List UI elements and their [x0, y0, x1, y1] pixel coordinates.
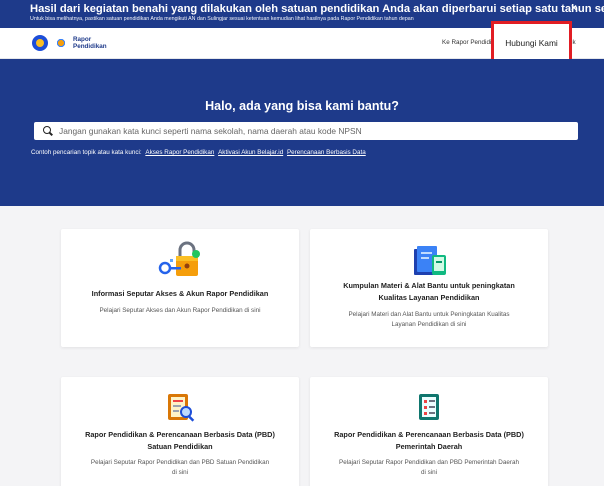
- topic-card-pbd-pemda[interactable]: Rapor Pendidikan & Perencanaan Berbasis …: [310, 377, 548, 486]
- search-examples: Contoh pencarian topik atau kata kunci: …: [31, 149, 366, 156]
- card-title: Rapor Pendidikan & Perencanaan Berbasis …: [334, 430, 524, 451]
- card-description: Pelajari Seputar Rapor Pendidikan dan PB…: [339, 459, 519, 476]
- rapor-logo-icon: [52, 34, 70, 52]
- topic-card-akses[interactable]: Informasi Seputar Akses & Akun Rapor Pen…: [61, 229, 299, 347]
- example-link-aktivasi[interactable]: Aktivasi Akun Belajar.id: [218, 149, 283, 156]
- kemdikbud-logo-icon: [32, 35, 48, 51]
- contact-us-button[interactable]: Hubungi Kami: [491, 21, 572, 62]
- example-link-akses[interactable]: Akses Rapor Pendidikan: [145, 149, 214, 156]
- report-magnifier-icon: [168, 394, 195, 422]
- contact-us-label: Hubungi Kami: [505, 38, 558, 48]
- examples-label: Contoh pencarian topik atau kata kunci:: [31, 149, 142, 156]
- banner-title: Hasil dari kegiatan benahi yang dilakuka…: [30, 3, 604, 15]
- card-description: Pelajari Materi dan Alat Bantu untuk Pen…: [348, 311, 510, 328]
- book-tablet-icon: [414, 246, 446, 275]
- card-description: Pelajari Seputar Akses dan Akun Rapor Pe…: [99, 307, 261, 314]
- search-input[interactable]: [59, 126, 559, 136]
- topic-card-pbd-satuan[interactable]: Rapor Pendidikan & Perencanaan Berbasis …: [61, 377, 299, 486]
- card-title: Kumpulan Materi & Alat Bantu untuk penin…: [343, 281, 515, 302]
- card-title: Rapor Pendidikan & Perencanaan Berbasis …: [85, 430, 275, 451]
- checklist-document-icon: [419, 394, 439, 420]
- card-title: Informasi Seputar Akses & Akun Rapor Pen…: [91, 289, 269, 298]
- hero-title: Halo, ada yang bisa kami bantu?: [205, 99, 399, 113]
- hero-section: Halo, ada yang bisa kami bantu? Contoh p…: [0, 59, 604, 206]
- topic-card-materi[interactable]: Kumpulan Materi & Alat Bantu untuk penin…: [310, 229, 548, 347]
- card-description: Pelajari Seputar Rapor Pendidikan dan PB…: [90, 459, 270, 476]
- search-icon: [43, 126, 53, 136]
- logo-text-line2: Pendidikan: [73, 43, 107, 50]
- search-bar[interactable]: [34, 122, 578, 140]
- banner-subtitle: Untuk bisa melihatnya, pastikan satuan p…: [30, 16, 414, 22]
- example-link-perencanaan[interactable]: Perencanaan Berbasis Data: [287, 149, 366, 156]
- lock-key-icon: [158, 241, 200, 276]
- banner-close-button[interactable]: ×: [571, 3, 577, 14]
- logo-text-line1: Rapor: [73, 36, 92, 43]
- site-logo[interactable]: Rapor Pendidikan: [32, 34, 107, 52]
